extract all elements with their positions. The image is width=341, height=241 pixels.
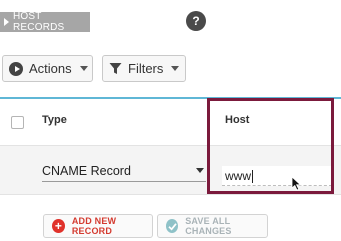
- actions-dropdown-button[interactable]: Actions: [2, 55, 93, 82]
- chevron-right-icon: [4, 18, 9, 26]
- record-type-select[interactable]: CNAME Record: [42, 160, 206, 182]
- add-new-record-button[interactable]: + ADD NEW RECORD: [43, 214, 153, 238]
- mouse-cursor-icon: [291, 176, 302, 196]
- column-header-host[interactable]: Host: [225, 114, 249, 126]
- play-circle-icon: [9, 61, 23, 76]
- add-new-record-label: ADD NEW RECORD: [71, 216, 117, 236]
- chevron-down-icon: [79, 66, 88, 71]
- save-all-changes-button[interactable]: SAVE ALL CHANGES: [157, 214, 268, 238]
- text-caret: [252, 170, 253, 183]
- plus-icon: +: [52, 219, 65, 233]
- help-icon[interactable]: ?: [186, 11, 206, 31]
- column-header-type[interactable]: Type: [42, 114, 67, 126]
- save-all-changes-label: SAVE ALL CHANGES: [185, 216, 232, 236]
- record-type-value: CNAME Record: [42, 163, 131, 178]
- funnel-icon: [109, 62, 122, 75]
- filters-dropdown-button[interactable]: Filters: [102, 55, 186, 82]
- select-all-checkbox[interactable]: [11, 116, 24, 129]
- chevron-down-icon: [171, 66, 180, 71]
- check-icon: [166, 219, 179, 233]
- table-divider: [0, 194, 341, 195]
- section-title: HOST RECORDS: [13, 11, 65, 33]
- actions-label: Actions: [29, 61, 72, 76]
- host-input[interactable]: [222, 166, 332, 186]
- section-title-tag: HOST RECORDS: [0, 11, 90, 33]
- filters-label: Filters: [128, 61, 164, 76]
- chevron-down-icon: [196, 168, 204, 173]
